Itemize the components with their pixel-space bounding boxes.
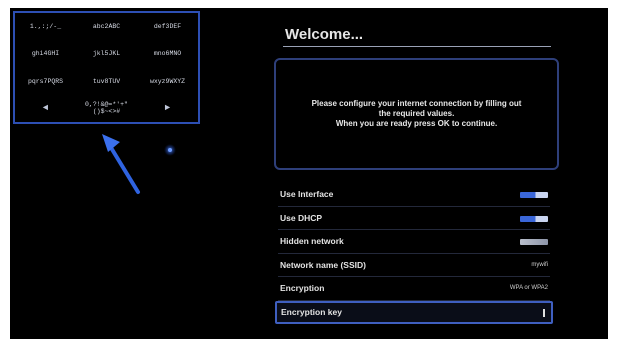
hidden-network-toggle[interactable] — [520, 239, 548, 245]
use-interface-toggle[interactable] — [520, 192, 548, 198]
setting-use-interface[interactable]: Use Interface — [278, 183, 550, 207]
title-divider — [283, 46, 551, 47]
setting-label: Use Interface — [280, 189, 334, 199]
welcome-title: Welcome... — [285, 26, 364, 43]
text-cursor — [543, 308, 545, 317]
arrow-left-icon[interactable]: ◄ — [15, 95, 76, 122]
key-9[interactable]: wxyz9WXYZ — [137, 68, 198, 95]
pointer-arrow-icon — [102, 134, 176, 194]
key-6[interactable]: mno6MNO — [137, 40, 198, 67]
use-dhcp-toggle[interactable] — [520, 215, 548, 222]
key-3[interactable]: def3DEF — [137, 13, 198, 40]
key-4[interactable]: ghi4GHI — [15, 40, 76, 67]
info-box: Please configure your internet connectio… — [274, 58, 559, 170]
network-settings-list: Use Interface Use DHCP Hidden network Ne… — [275, 183, 553, 324]
setting-encryption-key[interactable]: Encryption key — [275, 300, 553, 324]
setting-label: Encryption — [280, 283, 325, 293]
arrow-right-icon[interactable]: ► — [137, 95, 198, 122]
key-5[interactable]: jkl5JKL — [76, 40, 137, 67]
key-0[interactable]: 0,?!&@=*'+" ()$~<># — [76, 95, 137, 122]
setting-label: Network name (SSID) — [280, 259, 366, 270]
key-8[interactable]: tuv8TUV — [76, 68, 137, 95]
setting-encryption[interactable]: Encryption WPA or WPA2 — [278, 277, 550, 301]
encryption-value: WPA or WPA2 — [509, 285, 548, 291]
setting-label: Encryption key — [281, 306, 342, 317]
setting-label: Use DHCP — [280, 212, 323, 223]
setting-hidden-network[interactable]: Hidden network — [278, 230, 550, 254]
ssid-value: mywifi — [531, 261, 548, 268]
setting-label: Hidden network — [280, 236, 344, 246]
key-7[interactable]: pqrs7PQRS — [15, 68, 76, 95]
tv-screen: 1.,:;/-_ abc2ABC def3DEF ghi4GHI jkl5JKL… — [10, 8, 608, 339]
info-text: Please configure your internet connectio… — [311, 99, 522, 128]
key-1[interactable]: 1.,:;/-_ — [15, 13, 76, 40]
virtual-keypad: 1.,:;/-_ abc2ABC def3DEF ghi4GHI jkl5JKL… — [13, 11, 200, 124]
setting-ssid[interactable]: Network name (SSID) mywifi — [278, 254, 550, 277]
key-2[interactable]: abc2ABC — [76, 13, 137, 40]
setting-use-dhcp[interactable]: Use DHCP — [278, 207, 550, 230]
